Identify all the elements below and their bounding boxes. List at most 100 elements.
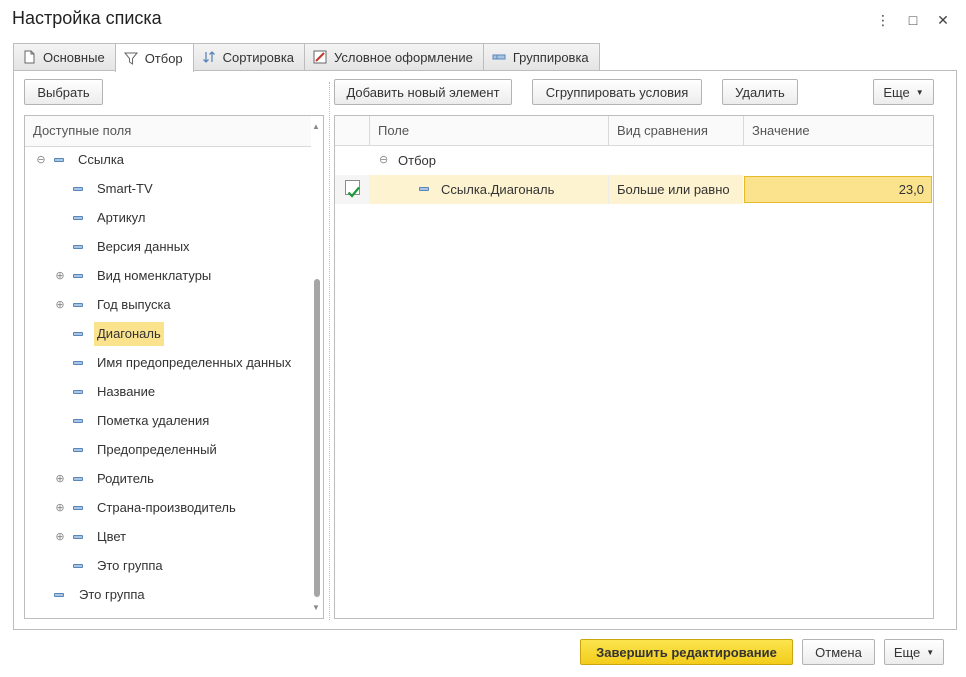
tree-item-label: Вид номенклатуры [97, 268, 212, 283]
tree-item-label: Артикул [97, 210, 146, 225]
delete-button[interactable]: Удалить [722, 79, 798, 105]
footer-more-button[interactable]: Еще ▼ [884, 639, 944, 665]
field-icon [73, 506, 83, 510]
group-conditions-button[interactable]: Сгруппировать условия [532, 79, 702, 105]
column-comparison[interactable]: Вид сравнения [608, 116, 743, 146]
scroll-up-icon[interactable]: ▲ [312, 122, 320, 131]
tree-item-label: Это группа [79, 587, 145, 602]
field-icon [54, 158, 64, 162]
field-icon [419, 187, 429, 191]
collapse-icon[interactable]: ⊖ [379, 146, 388, 175]
field-icon [73, 477, 83, 481]
tree-item[interactable]: Это группа [25, 554, 311, 578]
add-element-button[interactable]: Добавить новый элемент [334, 79, 512, 105]
tree-item[interactable]: ⊕ Год выпуска [25, 293, 311, 317]
tree-item-label: Родитель [97, 471, 154, 486]
tree-item[interactable]: ⊕ Родитель [25, 467, 311, 491]
expand-icon[interactable]: ⊕ [55, 467, 65, 491]
field-icon [73, 274, 83, 278]
tree-item[interactable]: ⊕ Цвет [25, 525, 311, 549]
more-menu-icon[interactable]: ⋮ [872, 9, 894, 31]
tree-item[interactable]: Smart-TV [25, 177, 311, 201]
grid-header: Поле Вид сравнения Значение [335, 116, 933, 146]
tab-bar: Основные Отбор Сортировка Условное оформ… [13, 43, 600, 72]
tree-item[interactable]: ⊕ Страна-производитель [25, 496, 311, 520]
column-field[interactable]: Поле [369, 116, 608, 146]
field-icon [54, 593, 64, 597]
row-check-cell [335, 175, 369, 204]
chevron-down-icon: ▼ [915, 87, 924, 97]
collapse-icon[interactable]: ⊖ [36, 148, 46, 172]
row-value[interactable]: 23,0 [744, 176, 932, 203]
tree-item-label: Страна-производитель [97, 500, 236, 515]
tree-item[interactable]: Артикул [25, 206, 311, 230]
tree-item[interactable]: Версия данных [25, 235, 311, 259]
tree-item-label: Диагональ [94, 322, 164, 346]
tab-label: Отбор [144, 50, 183, 66]
expand-icon[interactable]: ⊕ [55, 496, 65, 520]
filter-grid[interactable]: Поле Вид сравнения Значение ⊖ Отбор Ссыл… [334, 115, 934, 619]
tab-main[interactable]: Основные [13, 43, 116, 70]
tree-item-label: Предопределенный [97, 442, 217, 457]
cancel-button[interactable]: Отмена [802, 639, 875, 665]
scroll-down-icon[interactable]: ▼ [312, 603, 320, 612]
row-comparison[interactable]: Больше или равно [608, 175, 743, 204]
field-icon [73, 564, 83, 568]
column-value[interactable]: Значение [743, 116, 933, 146]
finish-editing-button[interactable]: Завершить редактирование [580, 639, 793, 665]
scroll-thumb[interactable] [314, 279, 320, 597]
tab-sort[interactable]: Сортировка [192, 43, 306, 70]
field-icon [73, 361, 83, 365]
tree-item[interactable]: Это группа [25, 583, 311, 607]
maximize-icon[interactable]: □ [902, 9, 924, 31]
tree-item-label: Ссылка [78, 152, 125, 167]
close-icon[interactable]: ✕ [932, 9, 954, 31]
tree-item[interactable]: Диагональ [25, 322, 311, 346]
grouping-icon [492, 54, 506, 60]
table-row[interactable]: Ссылка.Диагональ Больше или равно 23,0 [335, 175, 933, 204]
document-icon [24, 50, 35, 64]
window-title: Настройка списка [12, 8, 162, 28]
field-icon [73, 390, 83, 394]
field-icon [73, 332, 83, 336]
tree-item[interactable]: Имя предопределенных данных [25, 351, 311, 375]
tree-item[interactable]: Название [25, 380, 311, 404]
field-icon [73, 303, 83, 307]
row-field: Ссылка.Диагональ [441, 182, 555, 197]
tree-item-label: Год выпуска [97, 297, 171, 312]
field-icon [73, 535, 83, 539]
splitter[interactable] [329, 82, 330, 620]
filter-icon [123, 52, 138, 65]
row-checkbox[interactable] [345, 180, 360, 198]
tree-item-label: Имя предопределенных данных [97, 355, 292, 370]
tab-filter[interactable]: Отбор [114, 43, 194, 72]
choose-button[interactable]: Выбрать [24, 79, 103, 105]
conditional-format-icon [313, 50, 327, 64]
tab-label: Условное оформление [334, 49, 473, 65]
tree-item[interactable]: ⊕ Вид номенклатуры [25, 264, 311, 288]
tree-item-label: Версия данных [97, 239, 190, 254]
available-fields-tree[interactable]: Доступные поля ⊖ Ссылка Smart-TV Артикул Вер… [24, 115, 324, 619]
group-row[interactable]: ⊖ Отбор [335, 146, 933, 175]
tab-label: Основные [43, 49, 105, 65]
tab-label: Группировка [512, 49, 589, 65]
expand-icon[interactable]: ⊕ [55, 293, 65, 317]
field-icon [73, 419, 83, 423]
sort-icon [202, 51, 215, 63]
more-button[interactable]: Еще ▼ [873, 79, 934, 105]
tab-label: Сортировка [222, 49, 295, 65]
tab-conditional-format[interactable]: Условное оформление [304, 43, 484, 70]
footer-more-label: Еще [893, 644, 921, 660]
tree-item-label: Smart-TV [97, 181, 153, 196]
group-label: Отбор [398, 153, 436, 168]
expand-icon[interactable]: ⊕ [55, 525, 65, 549]
tree-item[interactable]: Пометка удаления [25, 409, 311, 433]
tree-item[interactable]: ⊖ Ссылка [25, 148, 311, 172]
expand-icon[interactable]: ⊕ [55, 264, 65, 288]
tree-item-label: Название [97, 384, 156, 399]
tree-scrollbar[interactable]: ▲ ▼ [311, 116, 323, 618]
tab-grouping[interactable]: Группировка [482, 43, 600, 70]
available-fields-header: Доступные поля [25, 116, 323, 147]
tree-item-label: Цвет [97, 529, 127, 544]
tree-item[interactable]: Предопределенный [25, 438, 311, 462]
